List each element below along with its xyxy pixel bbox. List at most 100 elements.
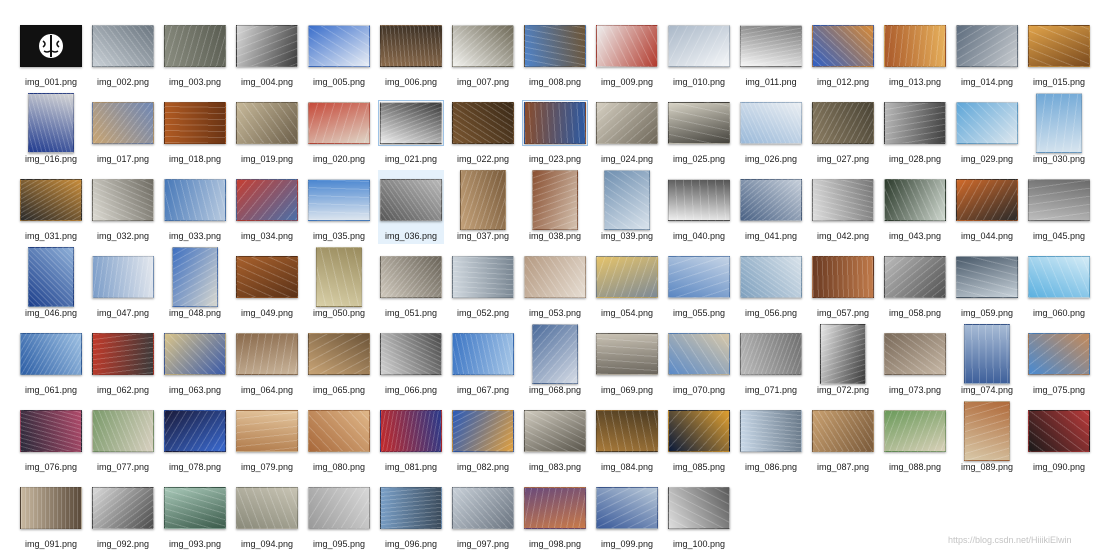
file-item[interactable]: img_004.png: [234, 16, 300, 90]
file-item[interactable]: img_002.png: [90, 16, 156, 90]
file-item[interactable]: img_087.png: [810, 401, 876, 475]
file-item[interactable]: img_051.png: [378, 247, 444, 321]
file-item[interactable]: img_066.png: [378, 324, 444, 398]
file-item[interactable]: img_074.png: [954, 324, 1020, 398]
file-item[interactable]: img_018.png: [162, 93, 228, 167]
file-item[interactable]: img_016.png: [18, 93, 84, 167]
file-item[interactable]: img_079.png: [234, 401, 300, 475]
file-item[interactable]: img_021.png: [378, 93, 444, 167]
file-item[interactable]: img_089.png: [954, 401, 1020, 475]
file-item[interactable]: img_081.png: [378, 401, 444, 475]
file-item[interactable]: img_039.png: [594, 170, 660, 244]
file-item[interactable]: img_078.png: [162, 401, 228, 475]
file-item[interactable]: img_033.png: [162, 170, 228, 244]
file-item[interactable]: img_085.png: [666, 401, 732, 475]
file-item[interactable]: img_017.png: [90, 93, 156, 167]
file-item[interactable]: img_098.png: [522, 478, 588, 552]
file-item[interactable]: img_009.png: [594, 16, 660, 90]
file-item[interactable]: img_075.png: [1026, 324, 1092, 398]
file-item[interactable]: img_073.png: [882, 324, 948, 398]
file-item[interactable]: img_086.png: [738, 401, 804, 475]
file-item[interactable]: img_026.png: [738, 93, 804, 167]
file-item[interactable]: img_042.png: [810, 170, 876, 244]
file-item[interactable]: img_065.png: [306, 324, 372, 398]
file-item[interactable]: img_055.png: [666, 247, 732, 321]
file-item[interactable]: img_052.png: [450, 247, 516, 321]
file-item[interactable]: img_010.png: [666, 16, 732, 90]
file-item[interactable]: img_093.png: [162, 478, 228, 552]
file-item[interactable]: img_095.png: [306, 478, 372, 552]
file-item[interactable]: img_080.png: [306, 401, 372, 475]
file-item[interactable]: img_068.png: [522, 324, 588, 398]
file-item[interactable]: img_061.png: [18, 324, 84, 398]
file-item[interactable]: img_097.png: [450, 478, 516, 552]
file-item[interactable]: img_020.png: [306, 93, 372, 167]
file-item[interactable]: img_006.png: [378, 16, 444, 90]
file-item[interactable]: img_030.png: [1026, 93, 1092, 167]
file-item[interactable]: img_012.png: [810, 16, 876, 90]
file-item[interactable]: img_034.png: [234, 170, 300, 244]
file-item[interactable]: img_003.png: [162, 16, 228, 90]
file-item[interactable]: img_054.png: [594, 247, 660, 321]
file-item[interactable]: img_053.png: [522, 247, 588, 321]
file-item[interactable]: img_008.png: [522, 16, 588, 90]
file-item[interactable]: img_057.png: [810, 247, 876, 321]
file-item[interactable]: img_011.png: [738, 16, 804, 90]
file-item[interactable]: img_023.png: [522, 93, 588, 167]
file-item[interactable]: img_041.png: [738, 170, 804, 244]
file-item[interactable]: img_062.png: [90, 324, 156, 398]
file-item[interactable]: img_029.png: [954, 93, 1020, 167]
file-item[interactable]: img_049.png: [234, 247, 300, 321]
file-item[interactable]: img_077.png: [90, 401, 156, 475]
file-item[interactable]: img_001.png: [18, 16, 84, 90]
file-item[interactable]: img_084.png: [594, 401, 660, 475]
file-item[interactable]: img_094.png: [234, 478, 300, 552]
file-item[interactable]: img_014.png: [954, 16, 1020, 90]
file-item[interactable]: img_035.png: [306, 170, 372, 244]
file-item[interactable]: img_091.png: [18, 478, 84, 552]
file-item[interactable]: img_092.png: [90, 478, 156, 552]
file-item[interactable]: img_007.png: [450, 16, 516, 90]
file-item[interactable]: img_064.png: [234, 324, 300, 398]
file-item[interactable]: img_031.png: [18, 170, 84, 244]
file-item[interactable]: img_005.png: [306, 16, 372, 90]
file-item[interactable]: img_038.png: [522, 170, 588, 244]
file-item[interactable]: img_046.png: [18, 247, 84, 321]
file-item[interactable]: img_060.png: [1026, 247, 1092, 321]
file-item[interactable]: img_043.png: [882, 170, 948, 244]
file-item[interactable]: img_069.png: [594, 324, 660, 398]
file-item[interactable]: img_013.png: [882, 16, 948, 90]
file-item[interactable]: img_045.png: [1026, 170, 1092, 244]
file-item[interactable]: img_082.png: [450, 401, 516, 475]
file-item[interactable]: img_037.png: [450, 170, 516, 244]
file-item[interactable]: img_048.png: [162, 247, 228, 321]
file-item[interactable]: img_028.png: [882, 93, 948, 167]
file-item[interactable]: img_090.png: [1026, 401, 1092, 475]
file-item[interactable]: img_015.png: [1026, 16, 1092, 90]
file-item[interactable]: img_044.png: [954, 170, 1020, 244]
file-item[interactable]: img_072.png: [810, 324, 876, 398]
file-item[interactable]: img_019.png: [234, 93, 300, 167]
file-item[interactable]: img_024.png: [594, 93, 660, 167]
file-item[interactable]: img_071.png: [738, 324, 804, 398]
file-item[interactable]: img_056.png: [738, 247, 804, 321]
file-item[interactable]: img_036.png: [378, 170, 444, 244]
file-item[interactable]: img_063.png: [162, 324, 228, 398]
file-item[interactable]: img_100.png: [666, 478, 732, 552]
file-item[interactable]: img_070.png: [666, 324, 732, 398]
file-item[interactable]: img_076.png: [18, 401, 84, 475]
file-item[interactable]: img_050.png: [306, 247, 372, 321]
file-item[interactable]: img_059.png: [954, 247, 1020, 321]
file-item[interactable]: img_022.png: [450, 93, 516, 167]
file-item[interactable]: img_099.png: [594, 478, 660, 552]
file-item[interactable]: img_067.png: [450, 324, 516, 398]
file-item[interactable]: img_088.png: [882, 401, 948, 475]
file-item[interactable]: img_027.png: [810, 93, 876, 167]
file-item[interactable]: img_032.png: [90, 170, 156, 244]
file-item[interactable]: img_083.png: [522, 401, 588, 475]
file-item[interactable]: img_096.png: [378, 478, 444, 552]
file-item[interactable]: img_040.png: [666, 170, 732, 244]
file-item[interactable]: img_047.png: [90, 247, 156, 321]
file-item[interactable]: img_025.png: [666, 93, 732, 167]
file-item[interactable]: img_058.png: [882, 247, 948, 321]
